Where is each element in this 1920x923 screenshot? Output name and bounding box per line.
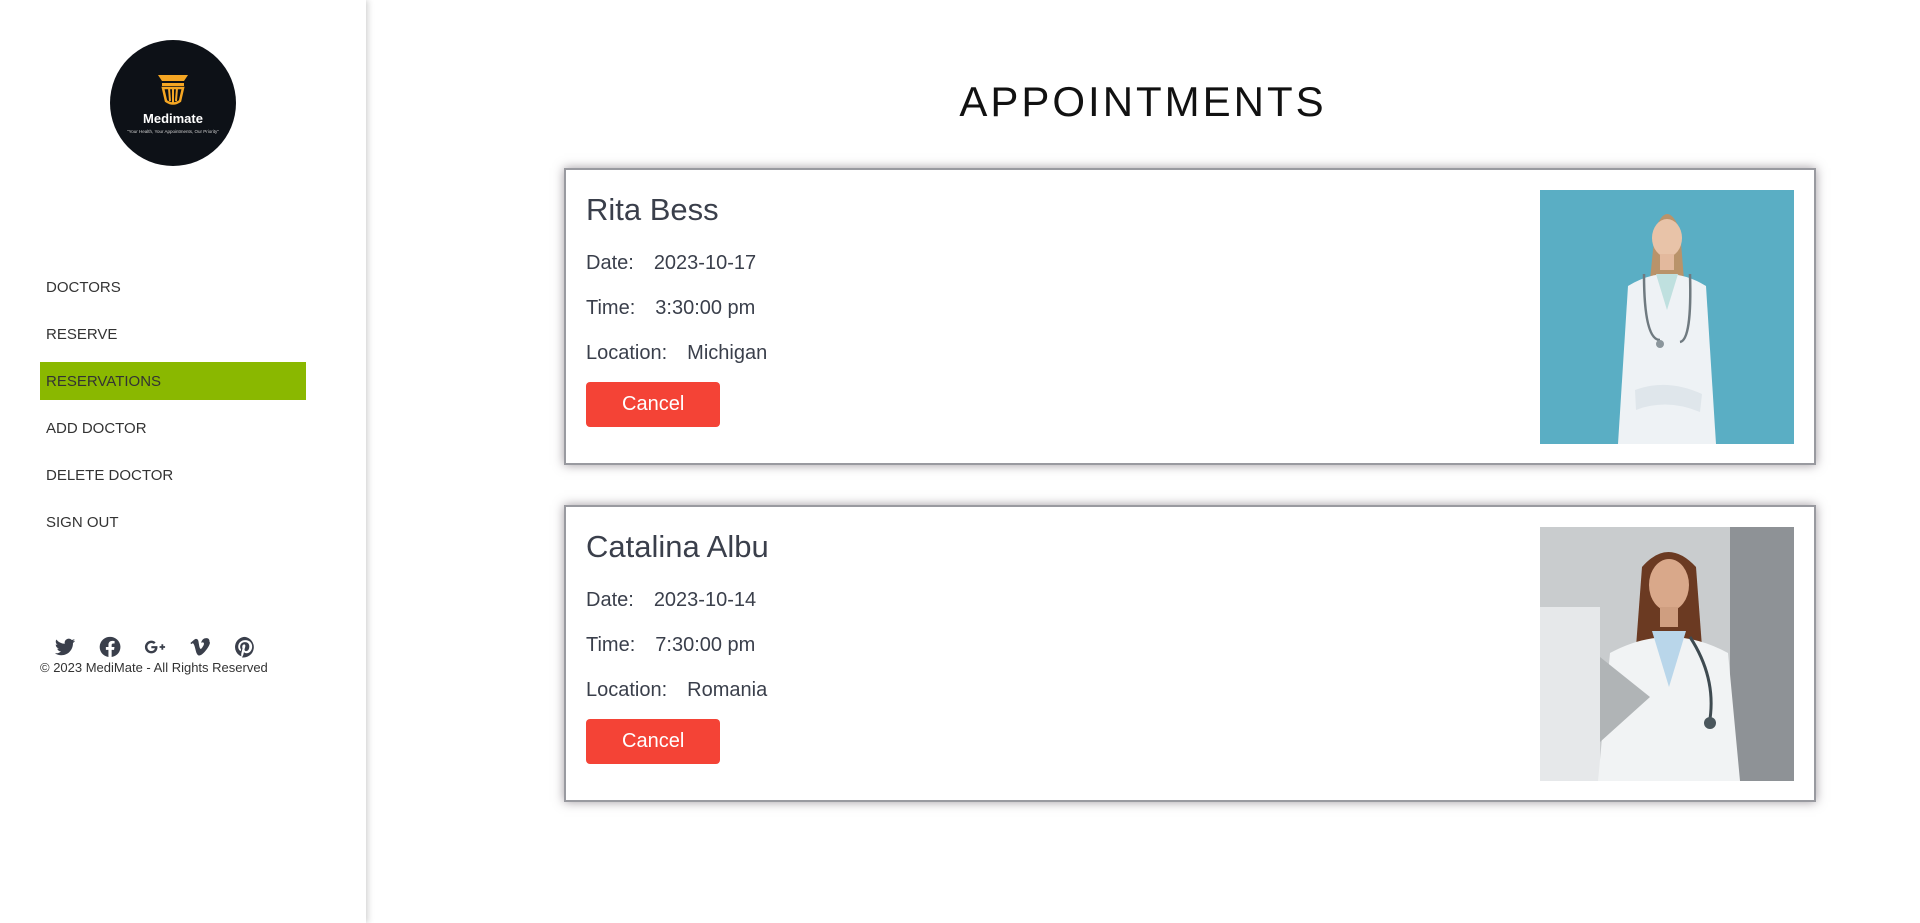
doctor-photo [1540,527,1794,781]
page-title: APPOINTMENTS [959,78,1327,125]
brand-tagline: "Your Health, Your Appointments, Our Pri… [127,128,219,134]
sidebar: Medimate "Your Health, Your Appointments… [0,0,366,923]
sidebar-item-doctors[interactable]: DOCTORS [40,268,306,306]
time-value: 3:30:00 pm [655,297,756,319]
doctor-photo [1540,190,1794,444]
brand-logo[interactable]: Medimate "Your Health, Your Appointments… [110,40,236,166]
sidebar-item-label: ADD DOCTOR [46,419,147,437]
date-label: Date: [586,589,634,611]
sidebar-item-label: DELETE DOCTOR [46,466,174,484]
appointment-location: Location: Romania [586,679,767,702]
location-value: Michigan [687,342,768,364]
doctor-portrait-image [1540,527,1794,781]
pillar-icon [158,74,188,105]
cancel-button[interactable]: Cancel [586,382,721,427]
cancel-button[interactable]: Cancel [586,719,721,764]
sidebar-item-reservations[interactable]: RESERVATIONS [40,362,306,400]
doctor-portrait-image [1540,190,1794,444]
sidebar-item-label: RESERVATIONS [46,372,162,390]
location-value: Romania [687,679,768,701]
appointment-date: Date: 2023-10-17 [586,252,756,275]
pinterest-icon[interactable] [232,634,257,659]
social-links [52,634,257,659]
appointment-location: Location: Michigan [586,342,767,365]
twitter-icon[interactable] [52,634,77,659]
sidebar-item-label: DOCTORS [46,278,121,296]
time-value: 7:30:00 pm [655,634,756,656]
sidebar-item-add-doctor[interactable]: ADD DOCTOR [40,409,306,447]
time-label: Time: [586,634,636,656]
sidebar-nav: DOCTORS RESERVE RESERVATIONS ADD DOCTOR … [40,268,306,550]
main-content: APPOINTMENTS Rita Bess Date: 2023-10-17 T… [366,0,1920,923]
facebook-icon[interactable] [97,634,122,659]
time-label: Time: [586,297,636,319]
sidebar-item-label: SIGN OUT [46,513,119,531]
google-plus-icon[interactable] [142,634,167,659]
appointment-card: Catalina Albu Date: 2023-10-14 Time: 7:30:… [564,505,1816,802]
date-value: 2023-10-14 [653,589,757,611]
doctor-name: Catalina Albu [586,529,769,564]
date-label: Date: [586,252,634,274]
location-label: Location: [586,342,668,364]
location-label: Location: [586,679,668,701]
copyright-text: © 2023 MediMate - All Rights Reserved [40,660,268,675]
sidebar-item-label: RESERVE [46,325,118,343]
brand-name: Medimate [143,110,203,126]
appointment-time: Time: 7:30:00 pm [586,634,755,657]
sidebar-item-sign-out[interactable]: SIGN OUT [40,503,306,541]
date-value: 2023-10-17 [653,252,757,274]
sidebar-item-delete-doctor[interactable]: DELETE DOCTOR [40,456,306,494]
vimeo-icon[interactable] [187,634,212,659]
appointment-card: Rita Bess Date: 2023-10-17 Time: 3:30:00 p… [564,168,1816,465]
appointment-date: Date: 2023-10-14 [586,589,756,612]
appointment-time: Time: 3:30:00 pm [586,297,755,320]
doctor-name: Rita Bess [586,192,719,227]
sidebar-item-reserve[interactable]: RESERVE [40,315,306,353]
